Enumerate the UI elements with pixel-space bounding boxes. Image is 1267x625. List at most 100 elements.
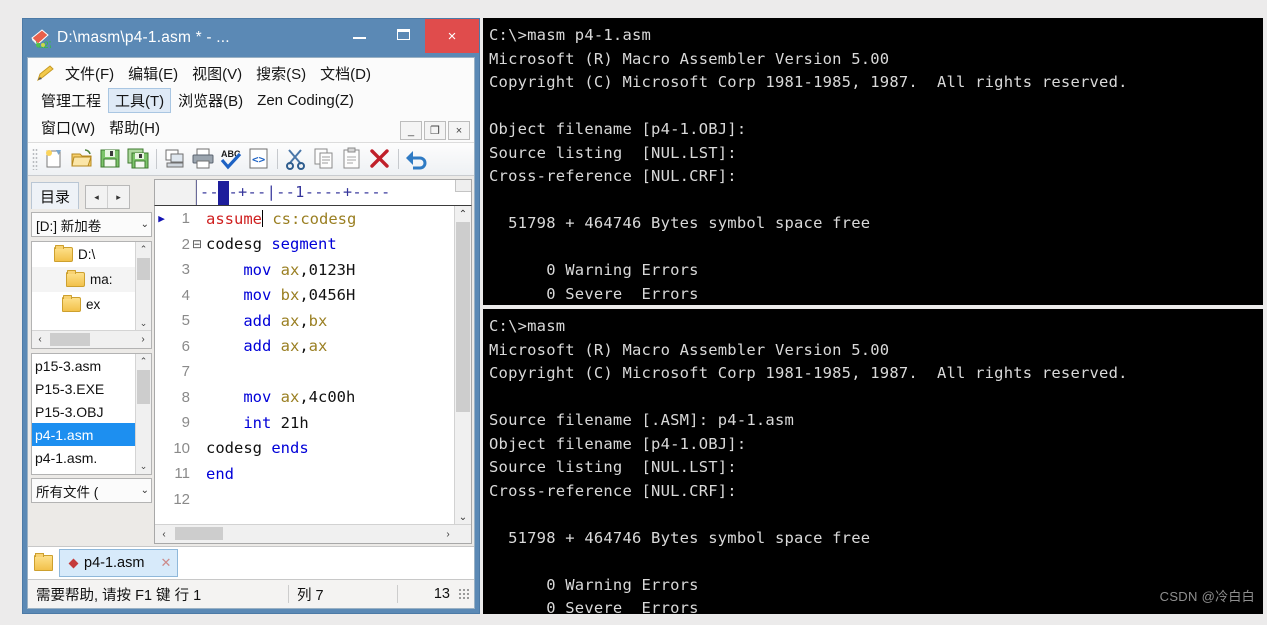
code-text: int 21h — [204, 414, 308, 432]
open-folder-icon[interactable] — [69, 146, 95, 172]
menu-browser[interactable]: 浏览器(B) — [171, 88, 250, 113]
column-ruler: ----+--|--1----+---- — [154, 179, 472, 206]
code-line[interactable]: 5 add ax,bx — [155, 308, 455, 334]
code-line[interactable]: 3 mov ax,0123H — [155, 257, 455, 283]
code-line[interactable]: 9 int 21h — [155, 410, 455, 436]
code-line[interactable]: ▶ 1 assume cs:codesg — [155, 206, 455, 232]
sidebar-tab-directory[interactable]: 目录 — [31, 182, 80, 209]
menu-zen-coding[interactable]: Zen Coding(Z) — [250, 90, 361, 111]
list-item[interactable]: p15-3.asm — [32, 354, 136, 377]
mdi-minimize-button[interactable]: _ — [400, 121, 422, 140]
toolbar-separator-3 — [398, 149, 399, 169]
drive-select[interactable]: [D:] 新加卷 ⌄ — [31, 212, 152, 237]
tree-item[interactable]: D:\ — [32, 242, 136, 267]
copy-icon[interactable] — [311, 146, 337, 172]
code-line[interactable]: 8 mov ax,4c00h — [155, 385, 455, 411]
status-bar: 需要帮助, 请按 F1 键 行 1 列 7 13 — [28, 579, 474, 608]
fold-marker[interactable]: ⊟ — [190, 237, 204, 251]
code-token: ax — [280, 311, 300, 330]
maximize-button[interactable] — [381, 19, 425, 49]
vscroll-thumb[interactable] — [137, 258, 150, 280]
menu-window[interactable]: 窗口(W) — [34, 115, 102, 140]
title-bar[interactable]: \u2726 D:\masm\p4-1.asm * - ... × — [23, 19, 479, 57]
scroll-up-icon[interactable]: ⌃ — [455, 206, 471, 222]
scroll-up-icon[interactable]: ⌃ — [136, 354, 151, 369]
code-line[interactable]: 11 end — [155, 461, 455, 487]
menu-help[interactable]: 帮助(H) — [102, 115, 167, 140]
scroll-right-icon[interactable]: › — [135, 334, 151, 345]
file-list[interactable]: p15-3.asm P15-3.EXE P15-3.OBJ p4-1.asm p… — [31, 353, 152, 475]
code-vscroll-thumb[interactable] — [456, 222, 470, 412]
mdi-close-button[interactable]: × — [448, 121, 470, 140]
file-name: P15-3.EXE — [35, 380, 105, 397]
tree-item[interactable]: ex — [32, 292, 136, 317]
code-line[interactable]: 4 mov bx,0456H — [155, 283, 455, 309]
close-button[interactable]: × — [425, 19, 479, 53]
resize-grip-icon[interactable] — [458, 588, 470, 600]
undo-icon[interactable] — [404, 146, 430, 172]
console-output-top[interactable]: C:\>masm p4-1.asm Microsoft (R) Macro As… — [483, 18, 1263, 305]
folder-tree-vscrollbar[interactable]: ⌃ ⌄ — [135, 242, 151, 331]
menu-edit[interactable]: 编辑(E) — [121, 61, 185, 86]
new-file-icon[interactable] — [41, 146, 67, 172]
main-split: 目录 ◂ ▸ [D:] 新加卷 ⌄ D:\ ma: ex ⌃ ⌄ ‹ › p15… — [28, 176, 474, 546]
line-number: 8 — [181, 388, 190, 406]
code-area[interactable]: ▶ 1 assume cs:codesg 2 ⊟ codesg segment — [154, 206, 472, 544]
nav-prev-icon[interactable]: ◂ — [86, 186, 107, 208]
list-item[interactable]: p4-1.asm. — [32, 446, 136, 469]
file-list-vscrollbar[interactable]: ⌃ ⌄ — [135, 354, 151, 474]
menu-view[interactable]: 视图(V) — [185, 61, 249, 86]
scroll-down-icon[interactable]: ⌄ — [136, 459, 151, 474]
menu-manage-project[interactable]: 管理工程 — [34, 88, 108, 113]
scroll-up-icon[interactable]: ⌃ — [136, 242, 151, 257]
code-line[interactable]: 6 add ax,ax — [155, 334, 455, 360]
scroll-left-icon[interactable]: ‹ — [32, 334, 48, 345]
notepad-plus-logo-icon: \u2726 — [29, 27, 64, 50]
print-icon[interactable] — [190, 146, 216, 172]
paste-icon[interactable] — [339, 146, 365, 172]
list-item[interactable]: P15-3.OBJ — [32, 400, 136, 423]
code-line[interactable]: 12 — [155, 487, 455, 513]
code-line[interactable]: 10 codesg ends — [155, 436, 455, 462]
console-output-bottom[interactable]: C:\>masm Microsoft (R) Macro Assembler V… — [483, 309, 1263, 614]
scroll-left-icon[interactable]: ‹ — [155, 525, 173, 543]
minimize-button[interactable] — [337, 19, 381, 49]
scroll-down-icon[interactable]: ⌄ — [455, 509, 471, 525]
close-icon[interactable]: ✕ — [160, 555, 171, 571]
menu-tools[interactable]: 工具(T) — [108, 88, 172, 113]
list-item[interactable]: P15-3.EXE — [32, 377, 136, 400]
nav-next-icon[interactable]: ▸ — [107, 186, 129, 208]
scroll-right-icon[interactable]: › — [439, 525, 457, 543]
menu-document[interactable]: 文档(D) — [313, 61, 378, 86]
vscroll-thumb[interactable] — [137, 370, 150, 404]
cut-scissors-icon[interactable] — [283, 146, 309, 172]
code-line[interactable]: 2 ⊟ codesg segment — [155, 232, 455, 258]
ruler-scale: ----+--|--1----+---- — [196, 180, 471, 205]
menu-file[interactable]: 文件(F) — [58, 61, 121, 86]
mdi-restore-button[interactable]: ❐ — [424, 121, 446, 140]
file-filter-select[interactable]: 所有文件 ( ⌄ — [31, 478, 152, 503]
list-item-selected[interactable]: p4-1.asm — [32, 423, 136, 446]
code-line[interactable]: 7 — [155, 359, 455, 385]
code-hscrollbar[interactable]: ‹ › — [155, 524, 471, 543]
code-hscroll-thumb[interactable] — [175, 527, 223, 540]
scroll-down-icon[interactable]: ⌄ — [136, 316, 151, 331]
hscroll-thumb[interactable] — [50, 333, 90, 346]
code-tags-icon[interactable]: <> — [246, 146, 272, 172]
menu-search[interactable]: 搜索(S) — [249, 61, 313, 86]
document-tab-p4-1[interactable]: p4-1.asm ✕ — [59, 549, 179, 577]
toolbar-grip[interactable] — [32, 148, 38, 170]
code-token: cs:codesg — [272, 209, 357, 228]
folder-tree[interactable]: D:\ ma: ex ⌃ ⌄ ‹ › — [31, 241, 152, 349]
code-token: , — [299, 311, 309, 330]
save-all-icon[interactable] — [125, 146, 151, 172]
folder-tree-hscrollbar[interactable]: ‹ › — [32, 330, 151, 348]
code-vscrollbar[interactable]: ⌃ ⌄ — [454, 206, 471, 525]
code-lines[interactable]: ▶ 1 assume cs:codesg 2 ⊟ codesg segment — [155, 206, 455, 525]
save-icon[interactable] — [97, 146, 123, 172]
code-text: mov ax,4c00h — [204, 388, 355, 406]
delete-x-icon[interactable] — [367, 146, 393, 172]
tree-item[interactable]: ma: — [32, 267, 136, 292]
spellcheck-icon[interactable]: ABC — [218, 146, 244, 172]
print-preview-icon[interactable] — [162, 146, 188, 172]
